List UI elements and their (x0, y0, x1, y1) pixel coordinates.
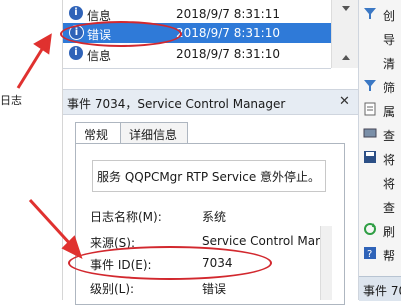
annotation-arrows (16, 33, 83, 259)
